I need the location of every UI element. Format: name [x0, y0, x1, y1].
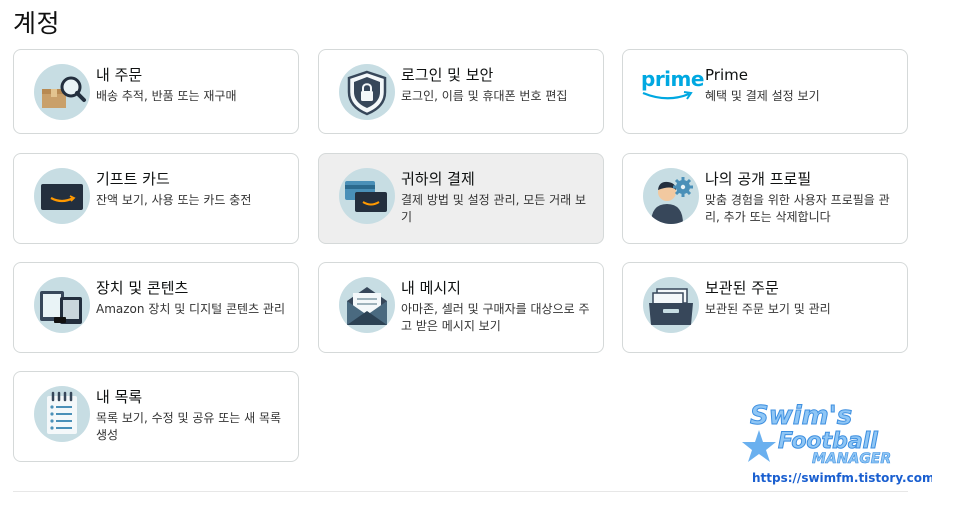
card-description: 배송 추적, 반품 또는 재구매	[96, 89, 237, 103]
watermark-logo: Swim's Football MANAGER https://swimfm.t…	[742, 400, 939, 495]
devices-icon	[34, 277, 90, 333]
card-description: 결제 방법 및 설정 관리, 모든 거래 보기	[401, 193, 587, 224]
card-gift-cards[interactable]: 기프트 카드 잔액 보기, 사용 또는 카드 충전	[13, 153, 299, 244]
prime-logo-icon: prime	[641, 67, 704, 107]
card-title: 장치 및 콘텐츠	[96, 279, 189, 297]
gift-card-icon	[34, 168, 90, 224]
envelope-message-icon	[339, 277, 395, 333]
svg-text:MANAGER: MANAGER	[812, 451, 891, 467]
card-description: 보관된 주문 보기 및 관리	[705, 302, 831, 316]
card-title: 기프트 카드	[96, 170, 170, 188]
card-title: Prime	[705, 66, 748, 84]
page-title: 계정	[13, 9, 61, 38]
card-title: 로그인 및 보안	[401, 66, 494, 84]
card-my-lists[interactable]: 내 목록 목록 보기, 수정 및 공유 또는 새 목록 생성	[13, 371, 299, 462]
card-title: 보관된 주문	[705, 279, 779, 297]
card-archived-orders[interactable]: 보관된 주문 보관된 주문 보기 및 관리	[622, 262, 908, 353]
card-description: 목록 보기, 수정 및 공유 또는 새 목록 생성	[96, 411, 282, 442]
profile-gear-icon	[643, 168, 699, 224]
list-notepad-icon	[34, 386, 90, 442]
bottom-divider	[13, 491, 908, 492]
svg-text:Swim's: Swim's	[750, 401, 852, 431]
card-devices-content[interactable]: 장치 및 콘텐츠 Amazon 장치 및 디지털 콘텐츠 관리	[13, 262, 299, 353]
card-my-messages[interactable]: 내 메시지 아마존, 셀러 및 구매자를 대상으로 주고 받은 메시지 보기	[318, 262, 604, 353]
card-prime[interactable]: prime Prime 혜택 및 결제 설정 보기	[622, 49, 908, 134]
card-description: 아마존, 셀러 및 구매자를 대상으로 주고 받은 메시지 보기	[401, 302, 590, 333]
card-title: 귀하의 결제	[401, 170, 475, 188]
archive-box-icon	[643, 277, 699, 333]
card-your-orders[interactable]: 내 주문 배송 추적, 반품 또는 재구매	[13, 49, 299, 134]
order-package-search-icon	[34, 64, 90, 120]
card-login-security[interactable]: 로그인 및 보안 로그인, 이름 및 휴대폰 번호 편집	[318, 49, 604, 134]
card-title: 나의 공개 프로필	[705, 170, 812, 188]
card-description: 혜택 및 결제 설정 보기	[705, 89, 820, 103]
card-your-payments[interactable]: 귀하의 결제 결제 방법 및 설정 관리, 모든 거래 보기	[318, 153, 604, 244]
card-title: 내 주문	[96, 66, 143, 84]
card-description: 로그인, 이름 및 휴대폰 번호 편집	[401, 89, 568, 103]
payment-cards-icon	[339, 168, 395, 224]
svg-text:https://swimfm.tistory.com/: https://swimfm.tistory.com/	[752, 471, 932, 485]
security-shield-lock-icon	[339, 64, 395, 120]
card-description: 잔액 보기, 사용 또는 카드 충전	[96, 193, 252, 207]
card-description: 맞춤 경험을 위한 사용자 프로필을 관리, 추가 또는 삭제합니다	[705, 193, 890, 224]
card-title: 내 메시지	[401, 279, 461, 297]
card-public-profile[interactable]: 나의 공개 프로필 맞춤 경험을 위한 사용자 프로필을 관리, 추가 또는 삭…	[622, 153, 908, 244]
card-description: Amazon 장치 및 디지털 콘텐츠 관리	[96, 302, 286, 316]
card-title: 내 목록	[96, 388, 143, 406]
